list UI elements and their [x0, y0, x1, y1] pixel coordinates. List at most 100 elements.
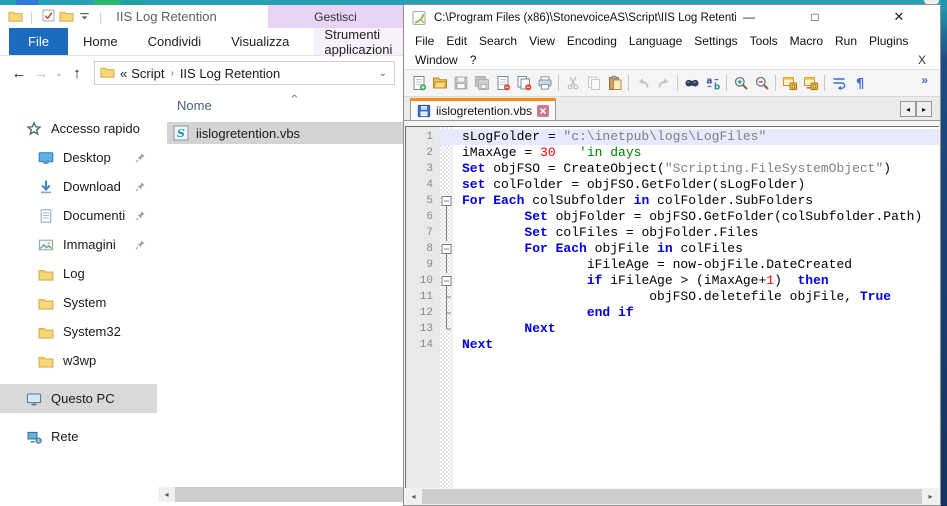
close-all-icon[interactable] — [513, 73, 534, 94]
sidebar-item-desktop[interactable]: Desktop — [0, 143, 157, 172]
save-icon[interactable] — [450, 73, 471, 94]
zoom-in-icon[interactable] — [730, 73, 751, 94]
address-dropdown-icon[interactable]: ⌄ — [379, 68, 389, 79]
breadcrumb-prefix[interactable]: « — [120, 66, 127, 81]
menu-edit[interactable]: Edit — [440, 34, 473, 48]
copy-icon[interactable] — [583, 73, 604, 94]
show-symbols-icon[interactable]: ¶ — [849, 73, 870, 94]
sync-horizontal-icon[interactable] — [800, 73, 821, 94]
fold-collapse-icon[interactable] — [440, 273, 453, 289]
cut-icon[interactable] — [562, 73, 583, 94]
undo-icon[interactable] — [632, 73, 653, 94]
breadcrumb-segment[interactable]: Script — [131, 66, 164, 81]
customize-quick-access-icon[interactable] — [75, 8, 93, 26]
menu-help[interactable]: ? — [464, 53, 483, 67]
code-line: 6 Set objFolder = objFSO.GetFolder(colSu… — [406, 209, 939, 225]
ribbon-tab-strumenti-applicazioni[interactable]: Strumenti applicazioni — [314, 28, 403, 55]
code-text: if iFileAge > (iMaxAge+1) then — [453, 273, 939, 289]
scroll-left-arrow[interactable]: ◂ — [405, 489, 422, 504]
fold-collapse-icon[interactable] — [440, 241, 453, 257]
back-button[interactable]: ← — [8, 65, 30, 82]
menu-file[interactable]: File — [409, 34, 440, 48]
tab-scroll-right-button[interactable]: ▸ — [916, 101, 932, 117]
sidebar-item-immagini[interactable]: Immagini — [0, 230, 157, 259]
line-number: 12 — [406, 305, 440, 321]
sidebar-item-download[interactable]: Download — [0, 172, 157, 201]
open-file-icon[interactable] — [429, 73, 450, 94]
file-row[interactable]: S iislogretention.vbs — [167, 122, 403, 144]
sort-indicator-icon[interactable]: ⌃ — [289, 92, 300, 108]
column-header-name[interactable]: Nome — [157, 90, 403, 113]
up-button[interactable]: ↑ — [66, 65, 88, 82]
ribbon-tab-home[interactable]: Home — [68, 28, 133, 55]
sidebar-item-w3wp[interactable]: w3wp — [0, 346, 157, 375]
save-all-icon[interactable] — [471, 73, 492, 94]
background-window-strip — [941, 0, 947, 506]
code-text: iFileAge = now-objFile.DateCreated — [453, 257, 939, 273]
breadcrumb-segment[interactable]: IIS Log Retention — [180, 66, 280, 81]
fold-margin-cell — [440, 129, 453, 145]
file-list-pane[interactable]: ⌃ Nome S iislogretention.vbs — [157, 90, 403, 506]
toolbar-overflow-chevron[interactable]: » — [921, 73, 928, 87]
minimize-button[interactable]: — — [736, 5, 762, 29]
menu-plugins[interactable]: Plugins — [863, 34, 914, 48]
menu-encoding[interactable]: Encoding — [561, 34, 623, 48]
scrollbar-thumb[interactable] — [175, 487, 403, 502]
forward-button[interactable]: → — [30, 65, 52, 82]
scrollbar-thumb[interactable] — [422, 489, 922, 504]
print-icon[interactable] — [534, 73, 555, 94]
tab-scroll-left-button[interactable]: ◂ — [900, 101, 916, 117]
fold-collapse-icon[interactable] — [440, 193, 453, 209]
sidebar-item-documenti[interactable]: Documenti — [0, 201, 157, 230]
editor-horizontal-scrollbar[interactable]: ◂ ▸ — [405, 489, 939, 504]
find-icon[interactable] — [681, 73, 702, 94]
maximize-button[interactable]: □ — [802, 5, 828, 29]
explorer-titlebar[interactable]: | | IIS Log Retention Gestisci — [0, 5, 403, 28]
ribbon-tab-condividi[interactable]: Condividi — [133, 28, 216, 55]
scroll-left-arrow[interactable]: ◂ — [158, 487, 175, 502]
sync-vertical-icon[interactable] — [779, 73, 800, 94]
menu-window[interactable]: Window — [409, 53, 464, 67]
properties-quick-icon[interactable] — [39, 8, 57, 26]
breadcrumb-separator: › — [170, 68, 173, 79]
sidebar-item-accesso-rapido[interactable]: Accesso rapido — [0, 114, 157, 143]
replace-icon[interactable]: ab — [702, 73, 723, 94]
scroll-right-arrow[interactable]: ▸ — [922, 489, 939, 504]
recent-locations-dropdown[interactable]: ⌄ — [52, 68, 66, 79]
toolbar-separator — [677, 75, 678, 91]
menu-search[interactable]: Search — [473, 34, 523, 48]
menu-view[interactable]: View — [523, 34, 561, 48]
sidebar-item-system32[interactable]: System32 — [0, 317, 157, 346]
redo-icon[interactable] — [653, 73, 674, 94]
sidebar-item-log[interactable]: Log — [0, 259, 157, 288]
fold-margin-cell — [440, 257, 453, 273]
sidebar-item-rete[interactable]: Rete — [0, 422, 157, 451]
sidebar-item-system[interactable]: System — [0, 288, 157, 317]
menu-bar: FileEditSearchViewEncodingLanguageSettin… — [404, 31, 940, 69]
zoom-out-icon[interactable] — [751, 73, 772, 94]
notepadpp-titlebar[interactable]: C:\Program Files (x86)\StonevoiceAS\Scri… — [404, 5, 940, 31]
tab-close-icon[interactable] — [537, 105, 549, 117]
new-folder-quick-icon[interactable] — [57, 8, 75, 26]
close-file-icon[interactable] — [492, 73, 513, 94]
address-bar[interactable]: « Script › IIS Log Retention ⌄ — [94, 61, 395, 85]
menu-run[interactable]: Run — [829, 34, 863, 48]
sidebar-item-questo-pc[interactable]: Questo PC — [0, 384, 157, 413]
paste-icon[interactable] — [604, 73, 625, 94]
new-file-icon[interactable] — [408, 73, 429, 94]
menu-language[interactable]: Language — [623, 34, 688, 48]
menu-macro[interactable]: Macro — [784, 34, 829, 48]
address-folder-icon — [100, 64, 120, 82]
explorer-horizontal-scrollbar[interactable]: ◂ — [158, 487, 403, 502]
tab-label: iislogretention.vbs — [436, 104, 532, 118]
menu-tools[interactable]: Tools — [744, 34, 784, 48]
menu-settings[interactable]: Settings — [688, 34, 743, 48]
document-tab[interactable]: iislogretention.vbs — [410, 98, 556, 120]
ribbon-tab-file[interactable]: File — [9, 28, 68, 55]
navigation-bar: ← → ⌄ ↑ « Script › IIS Log Retention ⌄ — [0, 56, 403, 90]
close-document-x[interactable]: X — [918, 53, 926, 67]
ribbon-tab-visualizza[interactable]: Visualizza — [216, 28, 304, 55]
close-button[interactable]: ✕ — [886, 5, 912, 29]
code-editor[interactable]: 1sLogFolder = "c:\inetpub\logs\LogFiles"… — [405, 126, 939, 488]
word-wrap-icon[interactable] — [828, 73, 849, 94]
